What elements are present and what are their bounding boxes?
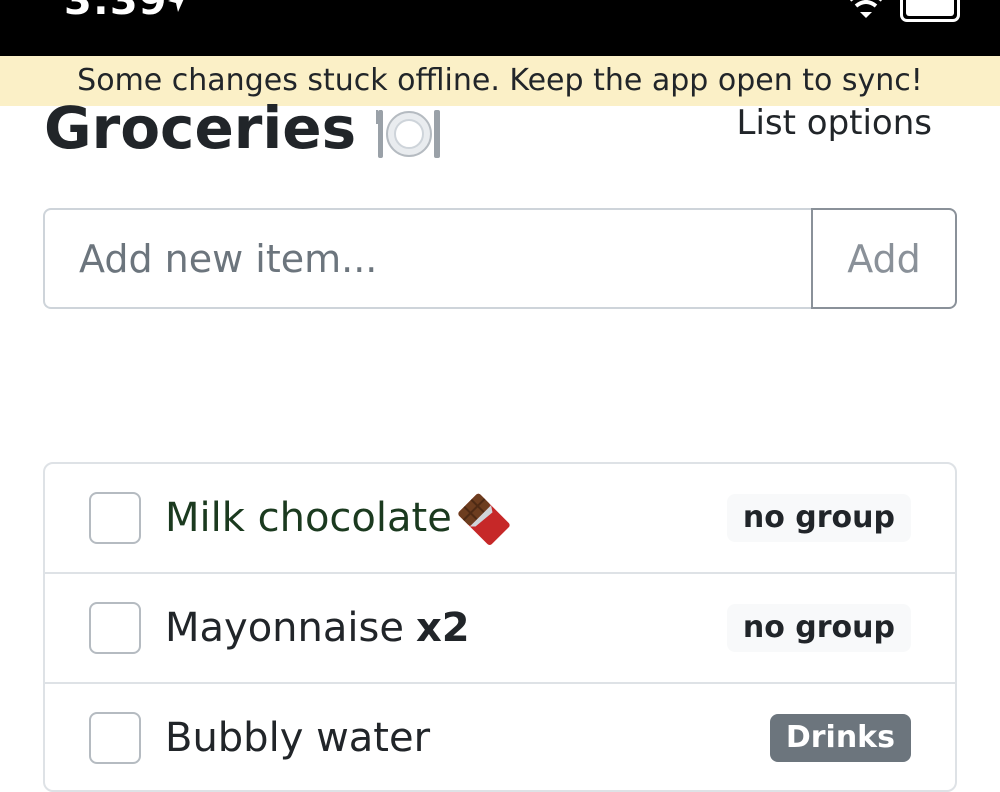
page-title: Groceries [44, 88, 442, 168]
add-item-form: Add [43, 208, 957, 309]
group-badge[interactable]: no group [726, 494, 911, 542]
plate-icon [376, 100, 442, 158]
list-item[interactable]: Milk chocolate no group [45, 464, 955, 574]
grocery-list: Milk chocolate no group Mayonnaise x2 no… [43, 462, 957, 792]
status-bar: 3:39 [0, 0, 1000, 56]
item-name: Bubbly water [165, 715, 431, 761]
wifi-icon [850, 0, 882, 18]
item-name: Mayonnaise [165, 605, 404, 651]
item-label: Mayonnaise x2 [165, 605, 470, 651]
item-label: Bubbly water [165, 715, 430, 761]
item-checkbox[interactable] [89, 712, 141, 764]
list-title: Groceries [44, 94, 357, 162]
list-item[interactable]: Bubbly water Drinks [45, 684, 955, 790]
item-quantity: x2 [415, 605, 470, 651]
chocolate-bar-icon [454, 488, 514, 548]
item-checkbox[interactable] [89, 492, 141, 544]
add-item-button[interactable]: Add [811, 208, 957, 309]
group-badge[interactable]: Drinks [769, 714, 911, 762]
item-label: Milk chocolate [165, 488, 514, 548]
item-checkbox[interactable] [89, 602, 141, 654]
group-badge[interactable]: no group [726, 604, 911, 652]
list-item[interactable]: Mayonnaise x2 no group [45, 574, 955, 684]
battery-icon [900, 0, 960, 22]
location-arrow-icon [168, 0, 184, 12]
item-name: Milk chocolate [165, 495, 452, 541]
status-icons [846, 0, 960, 22]
add-item-input[interactable] [43, 208, 811, 309]
status-time: 3:39 [64, 0, 168, 24]
list-options-button[interactable]: List options [737, 100, 932, 146]
